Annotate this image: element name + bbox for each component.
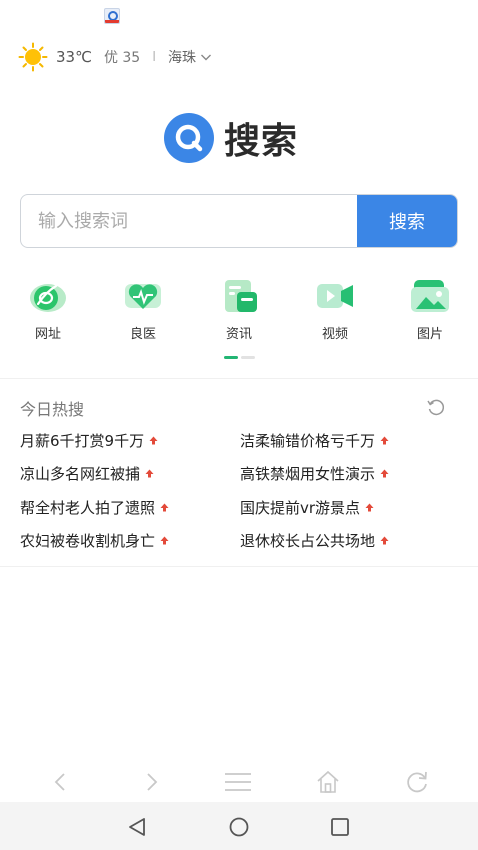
menu-icon[interactable] — [225, 769, 251, 795]
up-arrow-icon — [365, 503, 374, 511]
hot-search-item[interactable]: 高铁禁烟用女性演示 — [240, 461, 389, 485]
hot-search-text: 月薪6千打赏9千万 — [20, 431, 145, 450]
hot-search-item[interactable]: 洁柔输错价格亏千万 — [240, 428, 389, 452]
weather-widget[interactable]: 33℃ 优 35 I 海珠 — [18, 42, 212, 72]
hot-search-text: 高铁禁烟用女性演示 — [240, 464, 376, 483]
hot-search-text: 凉山多名网红被捕 — [20, 464, 141, 483]
refresh-icon[interactable] — [426, 397, 446, 417]
divider — [0, 566, 478, 567]
nav-label: 良医 — [129, 327, 156, 342]
chevron-down-icon[interactable] — [200, 51, 212, 63]
hot-search-item[interactable]: 月薪6千打赏9千万 — [20, 428, 158, 452]
system-recents-icon[interactable] — [329, 816, 351, 838]
search-input[interactable] — [21, 195, 358, 247]
page-dot-active — [224, 356, 238, 359]
system-home-icon[interactable] — [228, 816, 250, 838]
forward-icon[interactable] — [138, 769, 164, 795]
video-camera-icon — [317, 284, 353, 308]
home-icon[interactable] — [315, 769, 341, 795]
hot-search-text: 退休校长占公共场地 — [240, 531, 376, 550]
nav-label: 网址 — [34, 327, 61, 342]
up-arrow-icon — [380, 436, 389, 444]
up-arrow-icon — [160, 536, 169, 544]
hot-search-title: 今日热搜 — [20, 400, 85, 419]
nav-item-website[interactable]: 网址 — [18, 278, 78, 342]
divider — [0, 378, 478, 379]
system-nav-bar — [0, 802, 478, 850]
hot-search-item[interactable]: 凉山多名网红被捕 — [20, 461, 154, 485]
sun-icon — [18, 42, 48, 72]
search-logo-icon — [164, 113, 214, 163]
page-indicator — [224, 356, 256, 359]
up-arrow-icon — [160, 503, 169, 511]
location-text[interactable]: 海珠 — [168, 47, 196, 67]
picture-icon — [411, 280, 449, 312]
quick-nav: 网址 良医 资讯 视频 图片 — [0, 278, 478, 348]
search-logo: 搜索 — [164, 113, 298, 163]
up-arrow-icon — [380, 536, 389, 544]
hot-search-item[interactable]: 农妇被卷收割机身亡 — [20, 528, 169, 552]
hot-search-text: 帮全村老人拍了遗照 — [20, 498, 156, 517]
system-back-icon[interactable] — [126, 816, 148, 838]
up-arrow-icon — [145, 469, 154, 477]
logo-text: 搜索 — [224, 121, 299, 162]
up-arrow-icon — [380, 469, 389, 477]
nav-item-news[interactable]: 资讯 — [209, 278, 269, 342]
browser-toolbar — [0, 760, 478, 802]
air-quality-text: 优 35 — [103, 50, 141, 66]
hot-search-item[interactable]: 退休校长占公共场地 — [240, 528, 389, 552]
back-icon[interactable] — [48, 769, 74, 795]
globe-link-icon — [30, 284, 66, 312]
temperature-text: 33℃ — [56, 48, 92, 66]
weather-separator: I — [152, 49, 157, 65]
reload-icon[interactable] — [404, 769, 430, 795]
search-box: 搜索 — [20, 194, 458, 248]
hot-search-text: 国庆提前vr游景点 — [240, 498, 361, 517]
nav-label: 资讯 — [225, 327, 252, 342]
nav-label: 图片 — [416, 327, 443, 342]
status-bar — [0, 0, 478, 30]
search-button[interactable]: 搜索 — [357, 195, 457, 247]
hot-search-text: 农妇被卷收割机身亡 — [20, 531, 156, 550]
nav-item-video[interactable]: 视频 — [305, 278, 365, 342]
health-heart-icon — [125, 284, 161, 309]
nav-item-images[interactable]: 图片 — [400, 278, 460, 342]
hot-search-item[interactable]: 帮全村老人拍了遗照 — [20, 495, 169, 519]
page-dot-inactive — [241, 356, 255, 359]
app-notification-icon — [104, 8, 120, 24]
hot-search-item[interactable]: 国庆提前vr游景点 — [240, 495, 374, 519]
nav-item-health[interactable]: 良医 — [113, 278, 173, 342]
hot-search-text: 洁柔输错价格亏千万 — [240, 431, 376, 450]
news-icon — [225, 280, 257, 312]
up-arrow-icon — [149, 436, 158, 444]
nav-label: 视频 — [321, 327, 348, 342]
